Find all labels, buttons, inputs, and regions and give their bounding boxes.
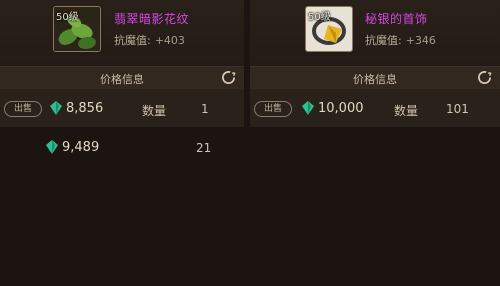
- gem-currency-icon: [302, 101, 314, 115]
- gem-currency-icon: [50, 101, 62, 115]
- item-level: 50级: [308, 12, 331, 23]
- stat-label: 抗魔值:: [365, 34, 402, 47]
- listing-row[interactable]: 出售 10,000 数量 101: [250, 89, 500, 127]
- item-level: 50级: [56, 12, 79, 23]
- price-info-title: 价格信息: [353, 73, 397, 86]
- item-stat: 抗魔值: +346: [365, 32, 436, 48]
- left-listing-panel: 50级 翡翠暗影花纹 抗魔值: +403 价格信息 出售 8,856 数量 1 9…: [0, 0, 244, 286]
- right-listing-panel: 50级 秘银的首饰 抗魔值: +346 价格信息 出售 10,000 数量 101: [250, 0, 500, 286]
- item-name: 秘银的首饰: [365, 12, 428, 26]
- refresh-icon[interactable]: [221, 70, 236, 85]
- item-stat: 抗魔值: +403: [114, 32, 185, 48]
- item-info-area: 50级 秘银的首饰 抗魔值: +346: [250, 0, 500, 66]
- sell-button[interactable]: 出售: [4, 101, 42, 117]
- gem-currency-icon: [46, 140, 58, 154]
- ring-item-icon[interactable]: 50级: [305, 6, 353, 52]
- price-value: 9,489: [62, 140, 100, 155]
- quantity-value: 101: [446, 102, 469, 116]
- stat-label: 抗魔值:: [114, 34, 151, 47]
- listing-row[interactable]: 出售 8,856 数量 1: [0, 89, 244, 127]
- quantity-value: 1: [201, 102, 209, 116]
- price-value: 10,000: [318, 101, 364, 116]
- listing-row[interactable]: 9,489 21: [0, 128, 244, 166]
- stat-value: +403: [154, 34, 185, 47]
- stat-value: +346: [405, 34, 436, 47]
- leaf-item-icon[interactable]: 50级: [53, 6, 101, 52]
- item-name: 翡翠暗影花纹: [114, 12, 190, 26]
- price-value: 8,856: [66, 101, 104, 116]
- price-info-title: 价格信息: [100, 73, 144, 86]
- sell-button[interactable]: 出售: [254, 101, 292, 117]
- quantity-value: 21: [196, 141, 212, 155]
- refresh-icon[interactable]: [477, 70, 492, 85]
- price-info-header: 价格信息: [0, 66, 244, 89]
- quantity-label: 数量: [142, 104, 167, 118]
- item-info-area: 50级 翡翠暗影花纹 抗魔值: +403: [0, 0, 244, 66]
- quantity-label: 数量: [394, 104, 419, 118]
- price-info-header: 价格信息: [250, 66, 500, 89]
